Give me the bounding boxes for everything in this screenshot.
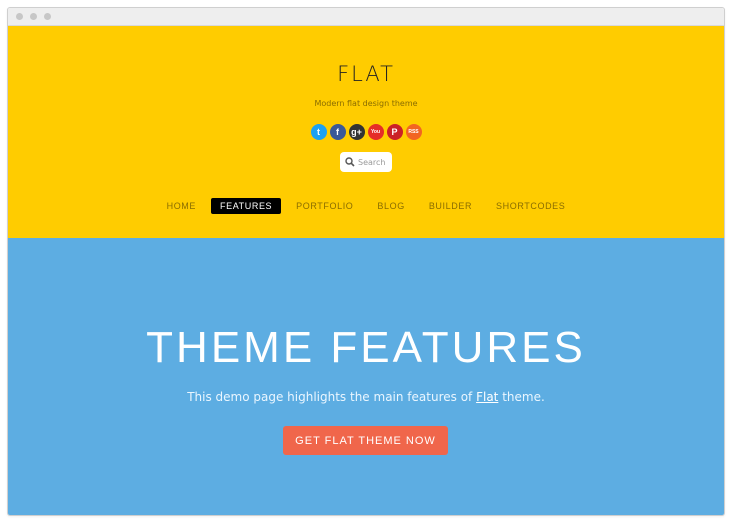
get-flat-theme-button[interactable]: GET FLAT THEME NOW bbox=[283, 426, 448, 455]
site-title[interactable]: FLAT bbox=[8, 62, 724, 86]
hero-subtitle-suffix: theme. bbox=[498, 390, 545, 404]
browser-window: FLAT Modern flat design theme t f g+ You P RS… bbox=[7, 7, 725, 516]
rss-icon[interactable]: RSS bbox=[405, 124, 422, 140]
flat-theme-link[interactable]: Flat bbox=[476, 390, 498, 404]
facebook-icon[interactable]: f bbox=[329, 124, 346, 140]
nav-item-blog[interactable]: BLOG bbox=[368, 198, 413, 214]
hero-title: THEME FEATURES bbox=[146, 323, 586, 372]
main-nav: HOME FEATURES PORTFOLIO BLOG BUILDER SHORTCOD… bbox=[8, 198, 724, 214]
nav-item-home[interactable]: HOME bbox=[158, 198, 205, 214]
site-tagline: Modern flat design theme bbox=[314, 99, 418, 108]
nav-item-builder[interactable]: BUILDER bbox=[420, 198, 481, 214]
youtube-icon[interactable]: You bbox=[367, 124, 384, 140]
pinterest-icon[interactable]: P bbox=[386, 124, 403, 140]
search-placeholder: Search bbox=[358, 157, 386, 167]
nav-item-features[interactable]: FEATURES bbox=[211, 198, 282, 214]
social-icons: t f g+ You P RSS bbox=[8, 124, 724, 140]
window-titlebar bbox=[8, 8, 724, 26]
site-header: FLAT Modern flat design theme t f g+ You P RS… bbox=[8, 26, 724, 238]
twitter-icon[interactable]: t bbox=[310, 124, 327, 140]
googleplus-icon[interactable]: g+ bbox=[348, 124, 365, 140]
hero-section: THEME FEATURES This demo page highlights… bbox=[8, 238, 724, 515]
nav-item-shortcodes[interactable]: SHORTCODES bbox=[487, 198, 574, 214]
window-dot-minimize[interactable] bbox=[30, 13, 37, 20]
nav-item-portfolio[interactable]: PORTFOLIO bbox=[287, 198, 362, 214]
hero-subtitle: This demo page highlights the main featu… bbox=[8, 390, 724, 404]
window-dot-maximize[interactable] bbox=[44, 13, 51, 20]
search-icon bbox=[345, 157, 355, 167]
search-box[interactable]: Search bbox=[340, 152, 392, 172]
hero-subtitle-prefix: This demo page highlights the main featu… bbox=[187, 390, 477, 404]
window-dot-close[interactable] bbox=[16, 13, 23, 20]
